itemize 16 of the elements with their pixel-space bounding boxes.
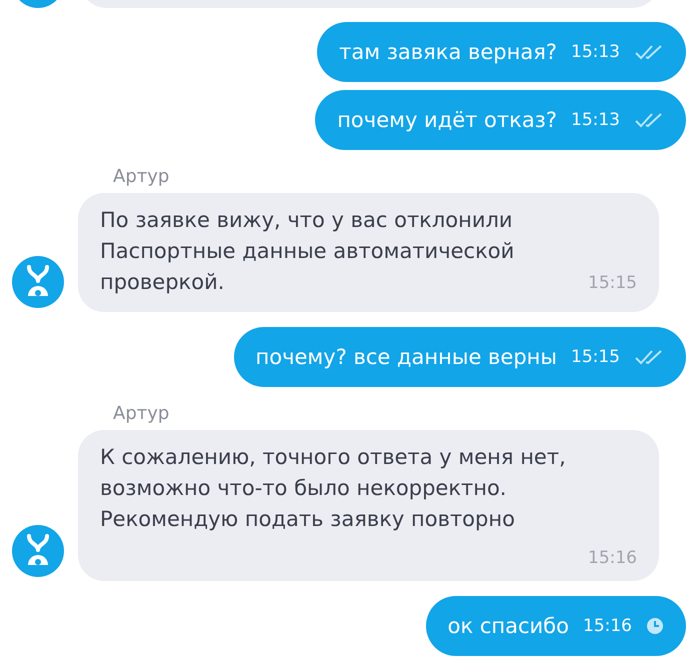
message-time: 15:13 bbox=[571, 110, 620, 130]
message-time: 15:16 bbox=[583, 616, 632, 636]
message-text: почему? все данные верны bbox=[256, 345, 557, 369]
message-time: 15:16 bbox=[587, 549, 637, 567]
message-text: По заявке вижу, что у вас отклонили Паспортные данные автоматической проверкой. bbox=[100, 207, 514, 296]
avatar-icon bbox=[12, 256, 64, 308]
message-time: 15:15 bbox=[588, 274, 637, 292]
message-text: ок спасибо bbox=[448, 614, 569, 638]
sender-name: Артур bbox=[112, 166, 170, 187]
message-time: 15:15 bbox=[571, 347, 620, 367]
message-text: К сожалению, точного ответа у меня нет, возможно что-то было некорректно. Рекомендую подать заявку повторно bbox=[100, 444, 566, 533]
message-time: 15:13 bbox=[571, 42, 620, 62]
message-text: почему идёт отказ? bbox=[337, 108, 557, 132]
message-text: там завяка верная? bbox=[339, 40, 557, 64]
sender-name: Артур bbox=[112, 403, 170, 424]
avatar-icon bbox=[12, 525, 64, 577]
